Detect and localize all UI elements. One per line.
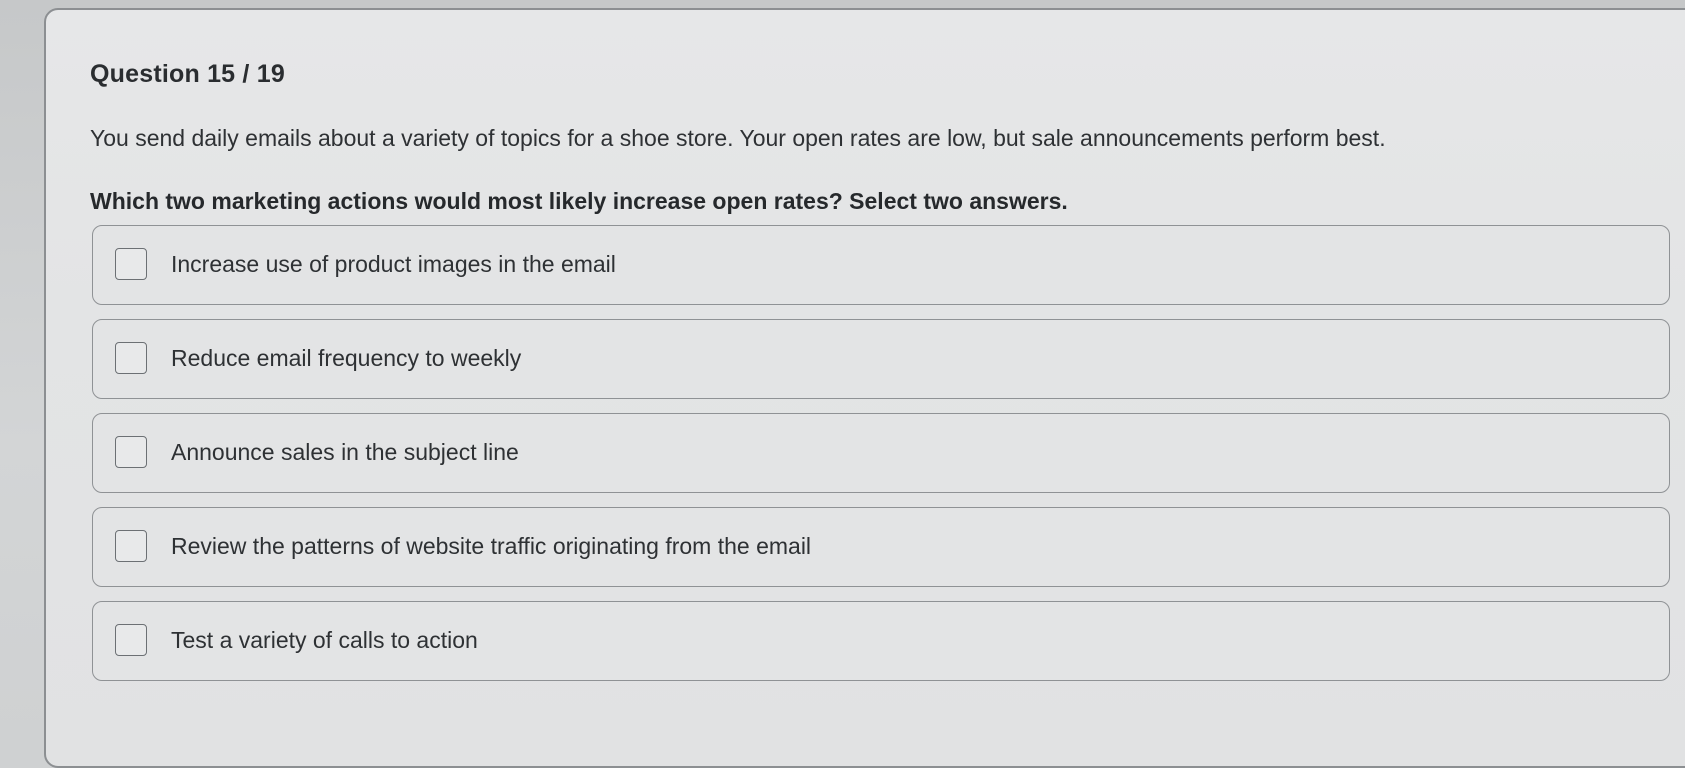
answer-option-label: Reduce email frequency to weekly bbox=[171, 345, 522, 371]
answer-option-3[interactable]: Announce sales in the subject line bbox=[92, 413, 1670, 493]
answer-option-label: Announce sales in the subject line bbox=[171, 439, 519, 465]
answer-option-label: Test a variety of calls to action bbox=[171, 627, 478, 653]
question-instruction: Which two marketing actions would most l… bbox=[90, 188, 1068, 214]
answer-options: Increase use of product images in the em… bbox=[92, 225, 1670, 695]
checkbox-icon[interactable] bbox=[115, 436, 147, 468]
answer-option-label: Increase use of product images in the em… bbox=[171, 251, 616, 277]
question-number: Question 15 / 19 bbox=[90, 60, 285, 88]
answer-option-4[interactable]: Review the patterns of website traffic o… bbox=[92, 507, 1670, 587]
answer-option-1[interactable]: Increase use of product images in the em… bbox=[92, 225, 1670, 305]
checkbox-icon[interactable] bbox=[115, 248, 147, 280]
checkbox-icon[interactable] bbox=[115, 342, 147, 374]
checkbox-icon[interactable] bbox=[115, 624, 147, 656]
question-prompt: You send daily emails about a variety of… bbox=[90, 125, 1386, 151]
checkbox-icon[interactable] bbox=[115, 530, 147, 562]
answer-option-5[interactable]: Test a variety of calls to action bbox=[92, 601, 1670, 681]
answer-option-2[interactable]: Reduce email frequency to weekly bbox=[92, 319, 1670, 399]
answer-option-label: Review the patterns of website traffic o… bbox=[171, 533, 812, 559]
